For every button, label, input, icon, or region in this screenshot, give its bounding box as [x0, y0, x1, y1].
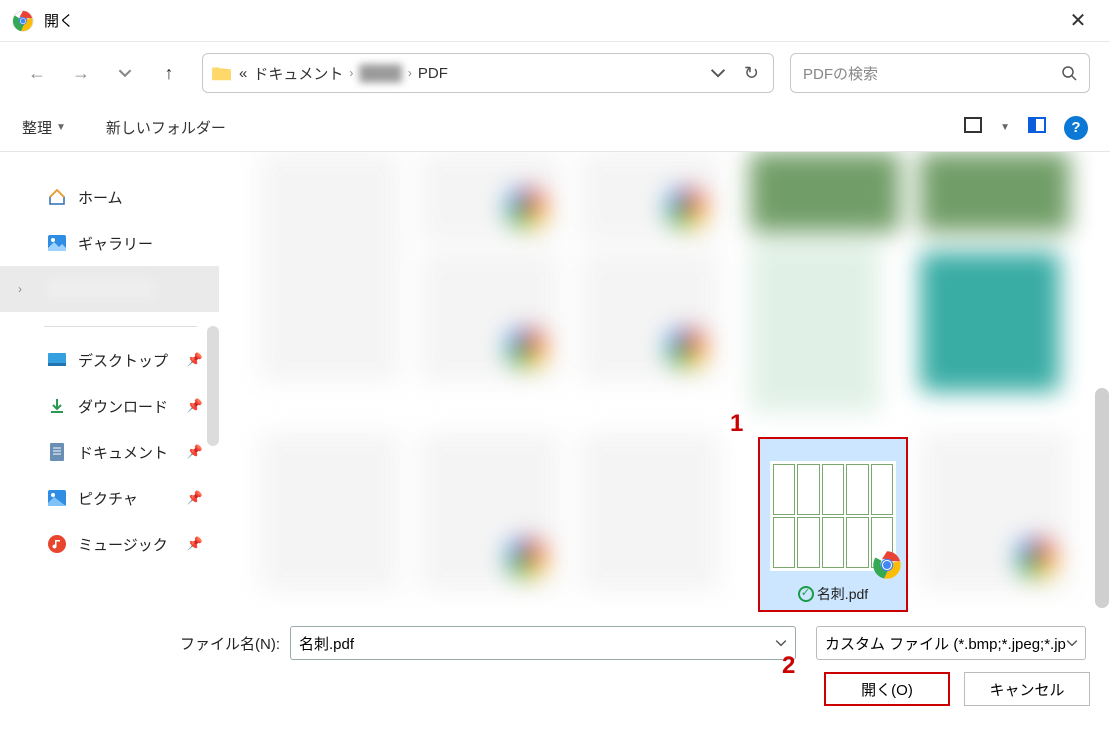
sidebar: ホーム ギャラリー › デスクトップ 📌 ダウンロード 📌 ドキュメント 📌: [0, 152, 220, 608]
sidebar-item-blurred: [46, 278, 156, 300]
pin-icon: 📌: [187, 352, 203, 368]
close-button[interactable]: ✕: [1058, 8, 1098, 33]
chevron-right-icon: ›: [18, 282, 22, 296]
desktop-icon: [46, 350, 68, 370]
sync-check-icon: [798, 586, 814, 602]
preview-pane-button[interactable]: [1028, 117, 1046, 138]
breadcrumb-separator: ›: [408, 66, 412, 80]
up-button[interactable]: ↑: [150, 54, 188, 92]
titlebar: 開く ✕: [0, 0, 1110, 42]
sidebar-item-desktop[interactable]: デスクトップ 📌: [0, 337, 219, 383]
toolbar: 整理 ▼ 新しいフォルダー ▼ ?: [0, 104, 1110, 152]
sidebar-item-home[interactable]: ホーム: [0, 174, 219, 220]
folder-icon: [211, 64, 233, 82]
pictures-icon: [46, 488, 68, 508]
chrome-overlay-icon: [872, 550, 902, 580]
breadcrumb-separator: ›: [349, 66, 353, 80]
combo-caret-icon: [1066, 637, 1078, 649]
main-area: ホーム ギャラリー › デスクトップ 📌 ダウンロード 📌 ドキュメント 📌: [0, 152, 1110, 608]
home-icon: [46, 187, 68, 207]
search-icon: [1061, 65, 1077, 81]
file-name: 名刺.pdf: [760, 583, 906, 604]
gallery-icon: [46, 233, 68, 253]
chrome-icon: [12, 10, 34, 32]
file-item-selected[interactable]: 名刺.pdf: [758, 437, 908, 612]
sidebar-scrollbar[interactable]: [207, 326, 219, 446]
open-button[interactable]: 開く(O): [824, 672, 950, 706]
pin-icon: 📌: [187, 536, 203, 552]
search-box[interactable]: PDFの検索: [790, 53, 1090, 93]
sidebar-item-selected[interactable]: ›: [0, 266, 219, 312]
forward-button[interactable]: →: [62, 54, 100, 92]
file-grid[interactable]: [220, 152, 1110, 608]
refresh-button[interactable]: ↻: [744, 63, 759, 84]
filetype-combo[interactable]: カスタム ファイル (*.bmp;*.jpeg;*.jp: [816, 626, 1086, 660]
filename-label: ファイル名(N):: [0, 633, 280, 654]
breadcrumb-item-blurred[interactable]: ████: [359, 65, 402, 82]
file-grid-blurred: [220, 152, 1110, 608]
download-icon: [46, 396, 68, 416]
sidebar-item-gallery[interactable]: ギャラリー: [0, 220, 219, 266]
music-icon: [46, 534, 68, 554]
breadcrumb-item[interactable]: PDF: [418, 65, 448, 82]
annotation-1: 1: [730, 410, 743, 438]
sidebar-divider: [44, 326, 197, 327]
pin-icon: 📌: [187, 444, 203, 460]
sidebar-item-documents[interactable]: ドキュメント 📌: [0, 429, 219, 475]
sidebar-item-downloads[interactable]: ダウンロード 📌: [0, 383, 219, 429]
view-mode-button[interactable]: [964, 117, 982, 138]
cancel-button[interactable]: キャンセル: [964, 672, 1090, 706]
breadcrumb-prefix: «: [239, 65, 247, 82]
bottom-panel: ファイル名(N): 名刺.pdf カスタム ファイル (*.bmp;*.jpeg…: [0, 608, 1110, 720]
help-button[interactable]: ?: [1064, 116, 1088, 140]
back-button[interactable]: ←: [18, 54, 56, 92]
view-caret-icon[interactable]: ▼: [1000, 122, 1010, 133]
filename-input[interactable]: 名刺.pdf: [290, 626, 796, 660]
breadcrumb-item[interactable]: ドキュメント: [253, 63, 343, 84]
grid-scrollbar[interactable]: [1095, 388, 1109, 608]
annotation-2: 2: [782, 652, 795, 680]
sidebar-item-music[interactable]: ミュージック 📌: [0, 521, 219, 567]
pin-icon: 📌: [187, 490, 203, 506]
recent-dropdown[interactable]: [106, 54, 144, 92]
organize-menu[interactable]: 整理 ▼: [22, 117, 66, 138]
breadcrumb-dropdown-icon[interactable]: [710, 65, 726, 81]
window-title: 開く: [44, 10, 74, 31]
navbar: ← → ↑ « ドキュメント › ████ › PDF ↻ PDFの検索: [0, 42, 1110, 104]
combo-caret-icon: [775, 637, 787, 649]
breadcrumb-box[interactable]: « ドキュメント › ████ › PDF ↻: [202, 53, 774, 93]
pin-icon: 📌: [187, 398, 203, 414]
new-folder-button[interactable]: 新しいフォルダー: [106, 117, 226, 138]
breadcrumb: « ドキュメント › ████ › PDF: [239, 63, 448, 84]
caret-down-icon: ▼: [56, 122, 66, 133]
search-placeholder: PDFの検索: [803, 63, 1061, 84]
document-icon: [46, 442, 68, 462]
sidebar-item-pictures[interactable]: ピクチャ 📌: [0, 475, 219, 521]
